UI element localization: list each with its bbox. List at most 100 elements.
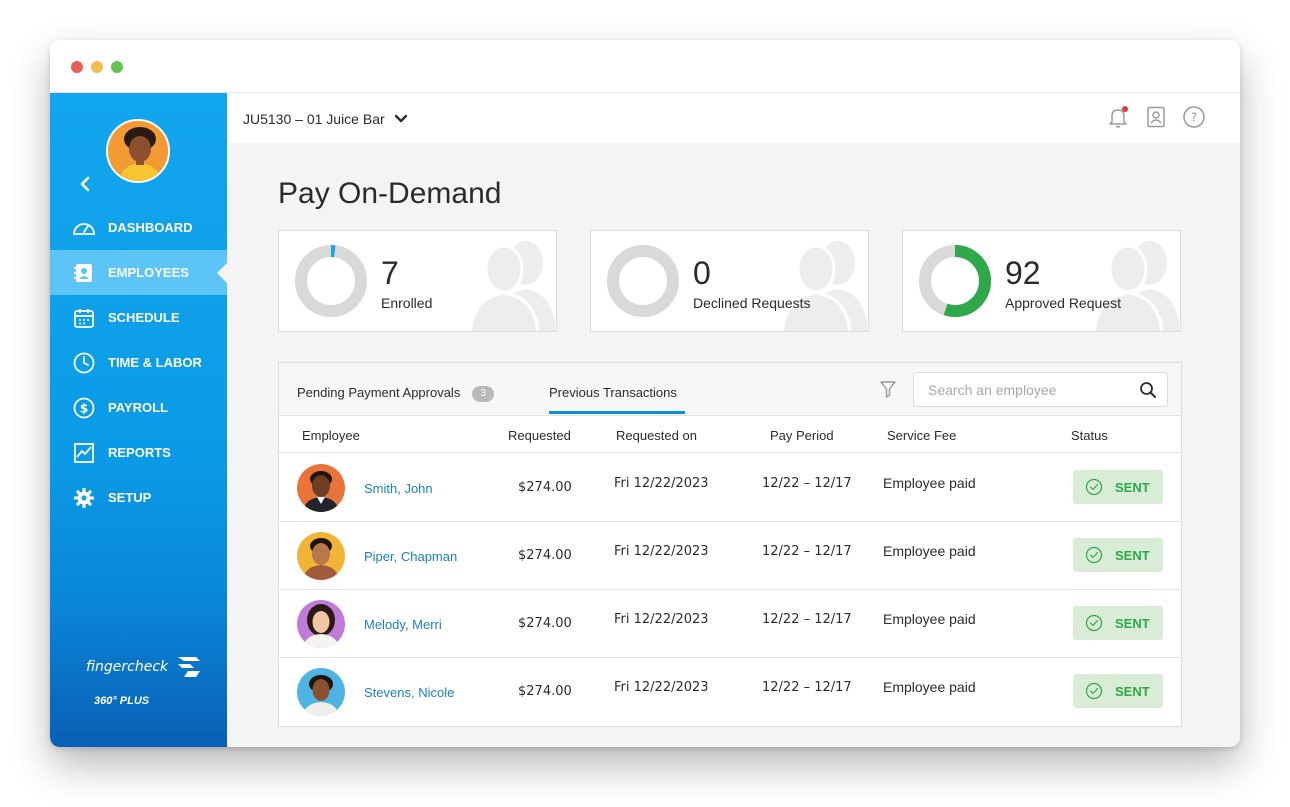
status-label: SENT bbox=[1115, 547, 1150, 563]
service-fee: Employee paid bbox=[883, 679, 976, 695]
employee-name-link[interactable]: Melody, Merri bbox=[364, 617, 442, 632]
active-tab-indicator bbox=[549, 411, 685, 414]
approved-donut bbox=[919, 245, 991, 317]
tab-label: Previous Transactions bbox=[549, 385, 677, 400]
brand-edition: 360° PLUS bbox=[94, 695, 150, 707]
silhouette-shape bbox=[780, 241, 868, 331]
sidebar-item-label: DASHBOARD bbox=[108, 220, 193, 235]
column-header-requested[interactable]: Requested bbox=[508, 428, 571, 443]
brand-logo: fingercheck 360° PLUS bbox=[86, 655, 202, 707]
check-circle-icon bbox=[1085, 546, 1103, 564]
column-header-service-fee[interactable]: Service Fee bbox=[887, 428, 956, 443]
employee-name-link[interactable]: Stevens, Nicole bbox=[364, 685, 454, 700]
stat-card-enrolled: 7 Enrolled bbox=[278, 230, 557, 332]
sidebar-item-label: SCHEDULE bbox=[108, 310, 180, 325]
user-avatar[interactable] bbox=[106, 119, 170, 183]
tab-label: Pending Payment Approvals bbox=[297, 385, 461, 400]
status-label: SENT bbox=[1115, 479, 1150, 495]
dollar-icon: $ bbox=[72, 396, 96, 420]
zoom-window-button[interactable] bbox=[111, 61, 123, 73]
help-icon[interactable]: ? bbox=[1182, 105, 1206, 129]
collapse-chevron-icon[interactable] bbox=[78, 175, 92, 193]
enrolled-donut bbox=[295, 245, 367, 317]
stat-value: 7 bbox=[381, 255, 399, 291]
stat-label: Enrolled bbox=[381, 295, 433, 311]
close-window-button[interactable] bbox=[71, 61, 83, 73]
service-fee: Employee paid bbox=[883, 611, 976, 627]
sidebar-item-payroll[interactable]: $ PAYROLL bbox=[50, 385, 227, 430]
calendar-icon bbox=[72, 306, 96, 330]
column-header-requested-on[interactable]: Requested on bbox=[616, 428, 697, 443]
status-label: SENT bbox=[1115, 615, 1150, 631]
location-label: JU5130 – 01 Juice Bar bbox=[243, 111, 385, 127]
table-row[interactable]: Piper, Chapman $274.00 Fri 12/22/2023 12… bbox=[279, 522, 1181, 590]
sidebar-item-dashboard[interactable]: DASHBOARD bbox=[50, 205, 227, 250]
stat-label: Declined Requests bbox=[693, 295, 811, 311]
employee-avatar bbox=[297, 532, 345, 580]
notifications-bell-icon[interactable] bbox=[1106, 105, 1130, 129]
service-fee: Employee paid bbox=[883, 543, 976, 559]
table-row[interactable]: Stevens, Nicole $274.00 Fri 12/22/2023 1… bbox=[279, 658, 1181, 726]
page-title: Pay On-Demand bbox=[278, 177, 502, 210]
sidebar-item-label: EMPLOYEES bbox=[108, 265, 189, 280]
stat-card-approved: 92 Approved Request bbox=[902, 230, 1181, 332]
search-box bbox=[913, 372, 1168, 407]
requested-amount: $274.00 bbox=[518, 616, 572, 631]
filter-icon[interactable] bbox=[879, 379, 897, 399]
sidebar-item-label: TIME & LABOR bbox=[108, 355, 202, 370]
column-header-pay-period[interactable]: Pay Period bbox=[770, 428, 834, 443]
people-silhouette-icon bbox=[468, 241, 556, 331]
sidebar-item-time-labor[interactable]: TIME & LABOR bbox=[50, 340, 227, 385]
declined-donut bbox=[607, 245, 679, 317]
stat-value: 0 bbox=[693, 255, 711, 291]
chevron-down-icon bbox=[394, 114, 407, 123]
tab-previous-transactions[interactable]: Previous Transactions bbox=[549, 385, 677, 400]
top-bar: JU5130 – 01 Juice Bar ? bbox=[227, 93, 1240, 143]
pay-period: 12/22 – 12/17 bbox=[762, 612, 852, 627]
employee-avatar bbox=[297, 600, 345, 648]
column-header-status[interactable]: Status bbox=[1071, 428, 1108, 443]
minimize-window-button[interactable] bbox=[91, 61, 103, 73]
svg-text:$: $ bbox=[80, 401, 88, 415]
people-silhouette-icon bbox=[1092, 241, 1180, 331]
donut-track bbox=[295, 245, 367, 317]
sidebar-item-reports[interactable]: REPORTS bbox=[50, 430, 227, 475]
table-row[interactable]: Smith, John $274.00 Fri 12/22/2023 12/22… bbox=[279, 454, 1181, 522]
pending-count-badge: 3 bbox=[472, 385, 495, 402]
status-badge: SENT bbox=[1073, 674, 1163, 708]
table-row[interactable]: Melody, Merri $274.00 Fri 12/22/2023 12/… bbox=[279, 590, 1181, 658]
search-icon[interactable] bbox=[1139, 381, 1157, 399]
employee-avatar bbox=[297, 668, 345, 716]
location-selector[interactable]: JU5130 – 01 Juice Bar bbox=[243, 111, 407, 127]
column-header-employee[interactable]: Employee bbox=[302, 428, 360, 443]
silhouette-shape bbox=[468, 241, 556, 331]
app-window: DASHBOARD EMPLOYEES SCHEDULE TIME & LABO… bbox=[50, 40, 1240, 747]
sidebar-item-schedule[interactable]: SCHEDULE bbox=[50, 295, 227, 340]
check-circle-icon bbox=[1085, 478, 1103, 496]
tab-pending-approvals[interactable]: Pending Payment Approvals 3 bbox=[297, 385, 495, 402]
pay-period: 12/22 – 12/17 bbox=[762, 476, 852, 491]
svg-text:?: ? bbox=[1191, 111, 1197, 125]
employee-name-link[interactable]: Smith, John bbox=[364, 481, 433, 496]
employee-card-icon bbox=[72, 261, 96, 285]
stat-label: Approved Request bbox=[1005, 295, 1121, 311]
sidebar-item-label: PAYROLL bbox=[108, 400, 168, 415]
contacts-icon[interactable] bbox=[1144, 105, 1168, 129]
silhouette-shape bbox=[1092, 241, 1180, 331]
status-badge: SENT bbox=[1073, 538, 1163, 572]
donut-track bbox=[607, 245, 679, 317]
sidebar-item-employees[interactable]: EMPLOYEES bbox=[50, 250, 227, 295]
gear-icon bbox=[72, 486, 96, 510]
search-input[interactable] bbox=[914, 373, 1134, 406]
status-badge: SENT bbox=[1073, 470, 1163, 504]
requested-amount: $274.00 bbox=[518, 480, 572, 495]
employee-name-link[interactable]: Piper, Chapman bbox=[364, 549, 457, 564]
sidebar-item-label: SETUP bbox=[108, 490, 152, 505]
sidebar-item-setup[interactable]: SETUP bbox=[50, 475, 227, 520]
table-header: Employee Requested Requested on Pay Peri… bbox=[279, 417, 1181, 453]
stat-value: 92 bbox=[1005, 255, 1041, 291]
pay-period: 12/22 – 12/17 bbox=[762, 544, 852, 559]
service-fee: Employee paid bbox=[883, 475, 976, 491]
requested-on-date: Fri 12/22/2023 bbox=[614, 612, 709, 627]
requested-on-date: Fri 12/22/2023 bbox=[614, 544, 709, 559]
